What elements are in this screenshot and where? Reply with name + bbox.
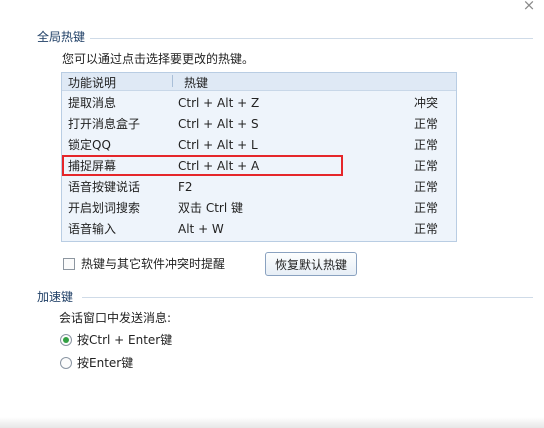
hotkey-table-header: 功能说明 热键 bbox=[62, 73, 456, 91]
global-hotkeys-section-title: 全局热键 bbox=[37, 30, 86, 44]
section-divider bbox=[82, 297, 533, 298]
row-function-name: 语音输入 bbox=[68, 222, 117, 236]
row-status: 冲突 bbox=[414, 96, 439, 110]
row-status: 正常 bbox=[414, 201, 439, 215]
row-function-name: 开启划词搜索 bbox=[68, 201, 141, 215]
row-status: 正常 bbox=[414, 159, 439, 173]
send-enter-radio[interactable] bbox=[60, 357, 72, 369]
column-header-function: 功能说明 bbox=[68, 76, 117, 90]
row-hotkey: F2 bbox=[178, 180, 193, 194]
row-status: 正常 bbox=[414, 222, 439, 236]
hotkey-row-open-message-box[interactable]: 打开消息盒子 Ctrl + Alt + S 正常 bbox=[62, 114, 456, 135]
row-function-name: 打开消息盒子 bbox=[68, 117, 141, 131]
hotkey-row-voice-input[interactable]: 语音输入 Alt + W 正常 bbox=[62, 219, 456, 240]
send-ctrl-enter-radio[interactable] bbox=[60, 334, 72, 346]
hotkey-row-extract-message[interactable]: 提取消息 Ctrl + Alt + Z 冲突 bbox=[62, 93, 456, 114]
send-enter-label[interactable]: 按Enter键 bbox=[77, 356, 133, 371]
conflict-reminder-label[interactable]: 热键与其它软件冲突时提醒 bbox=[81, 257, 225, 272]
section-divider bbox=[90, 38, 533, 39]
row-hotkey: 双击 Ctrl 键 bbox=[178, 201, 243, 215]
row-function-name: 语音按键说话 bbox=[68, 180, 141, 194]
row-function-name: 提取消息 bbox=[68, 96, 117, 110]
close-icon[interactable]: × bbox=[522, 0, 536, 13]
hotkey-row-lock-qq[interactable]: 锁定QQ Ctrl + Alt + L 正常 bbox=[62, 135, 456, 156]
row-hotkey: Alt + W bbox=[178, 222, 224, 236]
hotkey-row-word-search[interactable]: 开启划词搜索 双击 Ctrl 键 正常 bbox=[62, 198, 456, 219]
column-header-hotkey: 热键 bbox=[184, 76, 209, 90]
row-status: 正常 bbox=[414, 180, 439, 194]
row-hotkey: Ctrl + Alt + S bbox=[178, 117, 259, 131]
capture-screen-highlight bbox=[62, 155, 343, 176]
row-function-name: 锁定QQ bbox=[68, 138, 111, 152]
row-hotkey: Ctrl + Alt + Z bbox=[178, 96, 260, 110]
send-message-label: 会话窗口中发送消息: bbox=[59, 311, 172, 325]
restore-default-hotkeys-button[interactable]: 恢复默认热键 bbox=[265, 252, 357, 276]
row-status: 正常 bbox=[414, 117, 439, 131]
hotkey-hint-text: 您可以通过点击选择要更改的热键。 bbox=[62, 52, 255, 66]
send-ctrl-enter-label[interactable]: 按Ctrl + Enter键 bbox=[77, 333, 172, 348]
column-separator bbox=[172, 75, 173, 87]
row-hotkey: Ctrl + Alt + L bbox=[178, 138, 258, 152]
hotkey-row-voice-talk[interactable]: 语音按键说话 F2 正常 bbox=[62, 177, 456, 198]
conflict-reminder-checkbox[interactable] bbox=[63, 258, 75, 270]
accelerator-section-title: 加速键 bbox=[37, 290, 74, 304]
window-bottom-edge bbox=[0, 417, 544, 428]
row-status: 正常 bbox=[414, 138, 439, 152]
